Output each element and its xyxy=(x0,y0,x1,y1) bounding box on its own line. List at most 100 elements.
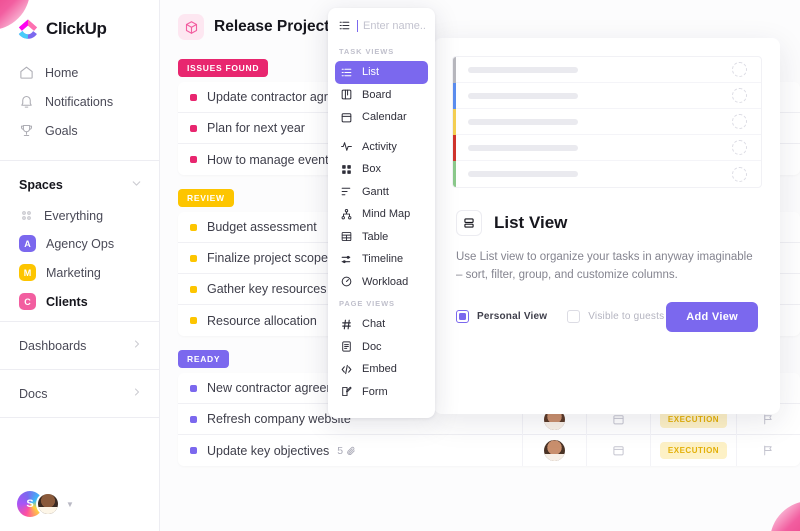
dropdown-item-label: Doc xyxy=(362,341,382,353)
dropdown-item-activity[interactable]: Activity xyxy=(335,136,428,159)
priority-dot xyxy=(190,447,197,454)
preview-header: List View xyxy=(434,188,780,236)
dropdown-item-mind-map[interactable]: Mind Map xyxy=(335,203,428,226)
spaces-list: Everything A Agency Ops M Marketing C Cl… xyxy=(0,202,159,316)
workload-icon xyxy=(340,275,353,288)
list-icon xyxy=(340,66,353,79)
brand-name: ClickUp xyxy=(46,19,107,39)
sidebar-item-marketing[interactable]: M Marketing xyxy=(0,258,159,287)
task-title: Plan for next year xyxy=(207,121,305,135)
dropdown-item-embed[interactable]: Embed xyxy=(335,358,428,381)
dropdown-item-list[interactable]: List xyxy=(335,61,428,84)
dropdown-item-box[interactable]: Box xyxy=(335,158,428,181)
dropdown-item-table[interactable]: Table xyxy=(335,226,428,249)
preview-controls: Personal View Visible to guests Add View xyxy=(456,302,780,332)
sidebar-item-label: Home xyxy=(45,66,78,80)
page-views-section-label: PAGE VIEWS xyxy=(335,293,428,313)
space-avatar: C xyxy=(19,293,36,310)
assignee-cell[interactable] xyxy=(522,435,586,466)
due-date-cell[interactable] xyxy=(586,435,650,466)
group-tag[interactable]: READY xyxy=(178,350,229,368)
sidebar-item-clients[interactable]: C Clients xyxy=(0,287,159,316)
space-label: Everything xyxy=(44,209,103,223)
dropdown-item-doc[interactable]: Doc xyxy=(335,336,428,359)
chevron-right-icon xyxy=(131,386,143,401)
list-preview-mock xyxy=(452,56,762,188)
mock-row xyxy=(453,161,761,187)
dropdown-item-label: Form xyxy=(362,386,388,398)
spaces-header[interactable]: Spaces xyxy=(0,166,159,202)
sidebar-footer[interactable]: S ▼ xyxy=(0,479,160,531)
dropdown-item-label: Table xyxy=(362,231,388,243)
dropdown-item-calendar[interactable]: Calendar xyxy=(335,106,428,129)
table-icon xyxy=(340,230,353,243)
table-row[interactable]: Update key objectives 5 EXECUTION xyxy=(178,435,800,466)
space-label: Clients xyxy=(46,295,88,309)
chevron-down-icon xyxy=(130,177,143,193)
mock-row xyxy=(453,135,761,161)
sidebar-item-label: Goals xyxy=(45,124,78,138)
mock-row xyxy=(453,83,761,109)
sidebar-item-home[interactable]: Home xyxy=(0,58,159,87)
box-icon xyxy=(340,163,353,176)
dropdown-item-gantt[interactable]: Gantt xyxy=(335,181,428,204)
dropdown-item-label: Board xyxy=(362,89,391,101)
attachment-meta: 5 xyxy=(337,445,356,457)
space-label: Agency Ops xyxy=(46,237,114,251)
dropdown-item-chat[interactable]: Chat xyxy=(335,313,428,336)
dropdown-item-workload[interactable]: Workload xyxy=(335,271,428,294)
dropdown-item-label: Box xyxy=(362,163,381,175)
spaces-header-label: Spaces xyxy=(19,178,63,192)
dropdown-item-label: Gantt xyxy=(362,186,389,198)
preview-title: List View xyxy=(494,213,567,233)
row-meta: EXECUTION xyxy=(522,435,800,466)
hash-icon xyxy=(340,318,353,331)
primary-nav: Home Notifications Goals xyxy=(0,58,159,155)
personal-view-checkbox[interactable]: Personal View xyxy=(456,310,547,323)
brand[interactable]: ClickUp xyxy=(0,0,159,58)
embed-icon xyxy=(340,363,353,376)
priority-dot xyxy=(190,286,197,293)
dropdown-item-label: Mind Map xyxy=(362,208,410,220)
priority-dot xyxy=(190,125,197,132)
sidebar-divider-4 xyxy=(0,417,159,418)
visible-to-guests-checkbox[interactable]: Visible to guests xyxy=(567,310,664,323)
group-tag[interactable]: ISSUES FOUND xyxy=(178,59,268,77)
avatar xyxy=(544,440,565,461)
priority-dot xyxy=(190,224,197,231)
dropdown-item-label: List xyxy=(362,66,379,78)
space-avatar: A xyxy=(19,235,36,252)
space-label: Marketing xyxy=(46,266,101,280)
attachment-count: 5 xyxy=(337,445,343,457)
sidebar-item-dashboards[interactable]: Dashboards xyxy=(0,327,159,364)
sidebar-item-agency-ops[interactable]: A Agency Ops xyxy=(0,229,159,258)
user-avatar[interactable] xyxy=(36,492,60,516)
add-view-button[interactable]: Add View xyxy=(666,302,758,332)
dropdown-item-board[interactable]: Board xyxy=(335,84,428,107)
sidebar-divider-1 xyxy=(0,160,159,161)
dropdown-item-form[interactable]: Form xyxy=(335,381,428,404)
view-name-input[interactable] xyxy=(357,20,425,32)
mock-row xyxy=(453,57,761,83)
view-type-dropdown: TASK VIEWS List Board Calendar Activity xyxy=(328,8,435,418)
priority-dot xyxy=(190,156,197,163)
group-tag[interactable]: REVIEW xyxy=(178,189,234,207)
calendar-icon xyxy=(340,111,353,124)
task-title: Budget assessment xyxy=(207,220,317,234)
sidebar-item-docs[interactable]: Docs xyxy=(0,375,159,412)
chevron-right-icon xyxy=(131,338,143,353)
chevron-down-icon[interactable]: ▼ xyxy=(66,500,74,509)
checkbox-icon xyxy=(567,310,580,323)
sidebar-item-label: Notifications xyxy=(45,95,113,109)
sidebar-item-everything[interactable]: Everything xyxy=(0,202,159,229)
sidebar-item-goals[interactable]: Goals xyxy=(0,116,159,145)
comment-cell[interactable] xyxy=(736,435,800,466)
task-title: Gather key resources xyxy=(207,282,327,296)
list-icon xyxy=(338,19,351,32)
timeline-icon xyxy=(340,253,353,266)
home-icon xyxy=(19,65,34,80)
status-cell[interactable]: EXECUTION xyxy=(650,435,736,466)
dropdown-item-timeline[interactable]: Timeline xyxy=(335,248,428,271)
priority-dot xyxy=(190,255,197,262)
sidebar-item-notifications[interactable]: Notifications xyxy=(0,87,159,116)
